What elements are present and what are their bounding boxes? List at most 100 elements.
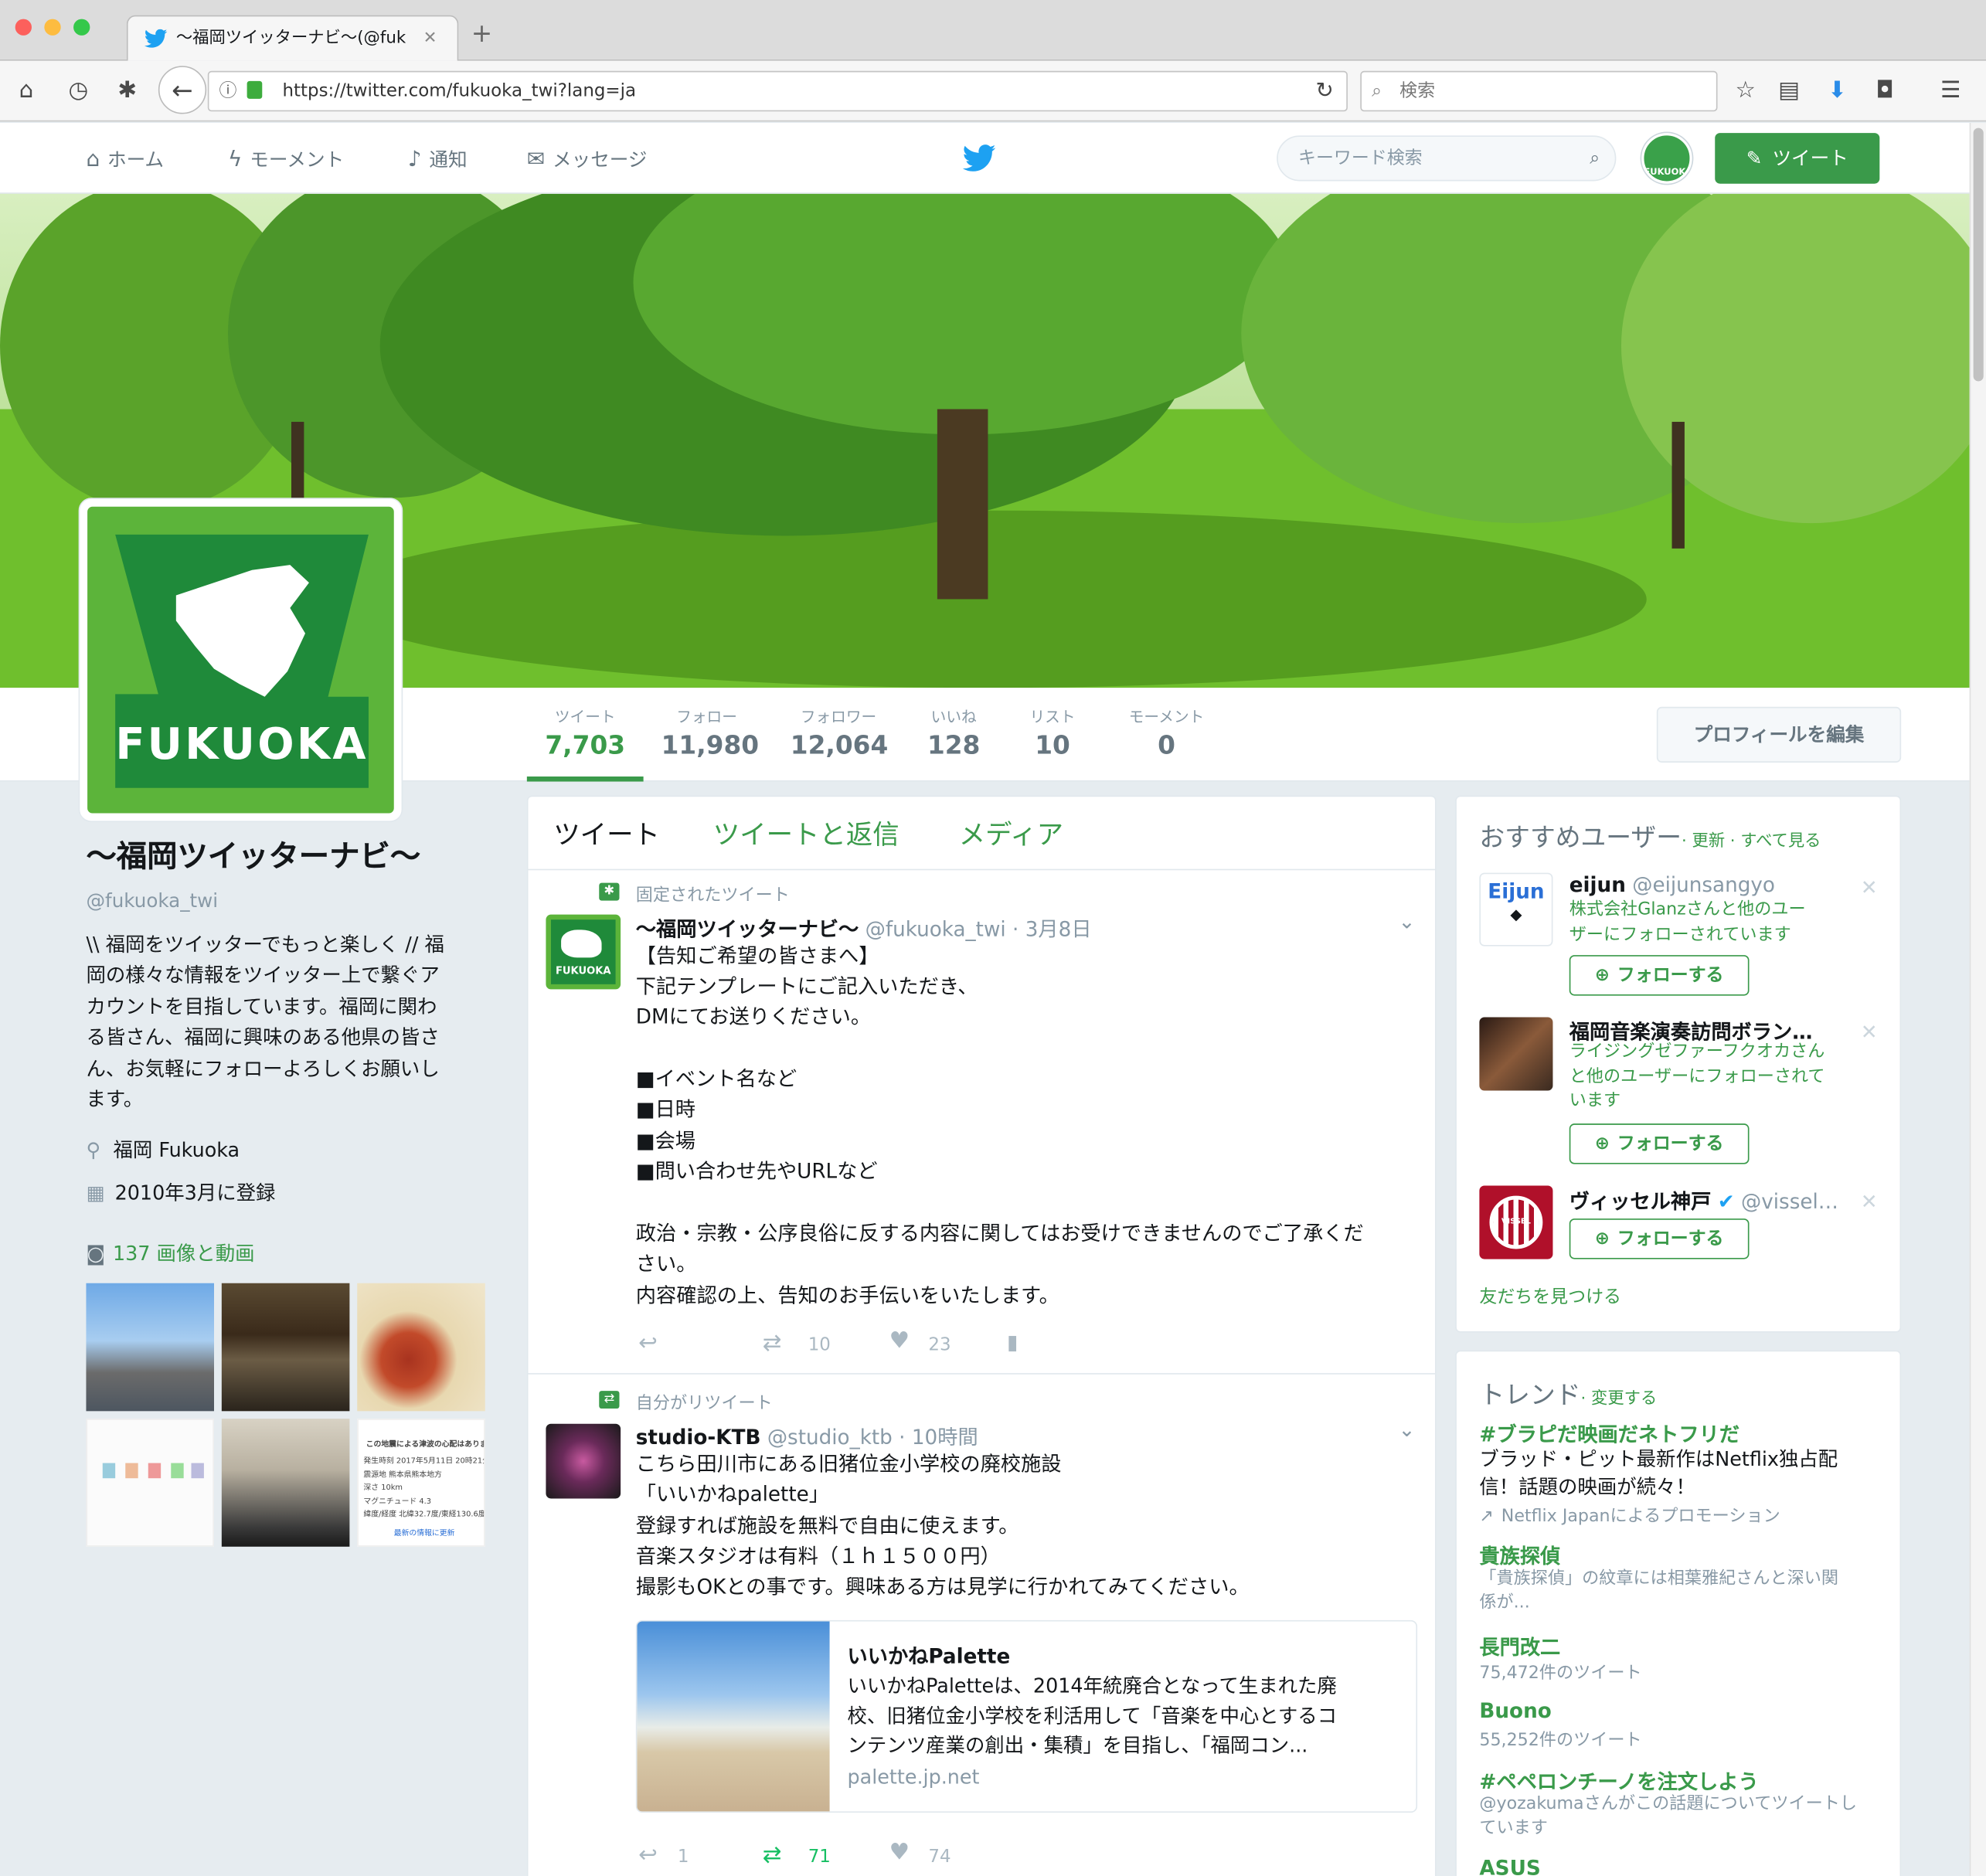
retweet-icon[interactable]: ⇄ — [763, 1842, 782, 1868]
back-button[interactable]: ← — [158, 66, 207, 114]
tab-tweets-and-replies[interactable]: ツイートと返信 — [713, 814, 899, 852]
follow-button[interactable]: ⊕ フォローする — [1569, 1218, 1750, 1259]
media-thumb[interactable]: この地震による津波の心配はありません。 発生時刻 2017年5月11日 20時2… — [357, 1419, 485, 1547]
trend-name[interactable]: ASUS — [1479, 1856, 1540, 1876]
page-scrollbar[interactable] — [1969, 123, 1986, 1876]
trend-name[interactable]: 貴族探偵 — [1479, 1539, 1560, 1569]
follow-button[interactable]: ⊕ フォローする — [1569, 1123, 1750, 1164]
analytics-icon[interactable]: ▮ — [1007, 1330, 1018, 1354]
minimize-window-button[interactable] — [44, 19, 61, 36]
nav-avatar[interactable]: FUKUOKA — [1641, 133, 1692, 184]
vissel-crest: VISSEL — [1489, 1195, 1543, 1249]
new-tab-icon[interactable]: + — [471, 20, 492, 46]
stat-lists[interactable]: リスト 10 — [1023, 705, 1081, 760]
trend-name[interactable]: 長門改二 — [1479, 1630, 1560, 1660]
trend-name[interactable]: Buono — [1479, 1698, 1551, 1722]
url-text: https://twitter.com/fukuoka_twi?lang=ja — [282, 80, 637, 102]
wtf-user-handle[interactable]: @vissel… — [1741, 1189, 1838, 1213]
stat-value: 128 — [927, 729, 981, 760]
wtf-avatar[interactable]: Eijun ◆ — [1479, 872, 1553, 946]
thumb-row: 緯度/経度 北緯32.7度/東経130.6度 — [363, 1510, 485, 1519]
tweet-author-name[interactable]: studio-KTB — [636, 1425, 761, 1449]
tab-tweets[interactable]: ツイート — [553, 814, 660, 852]
url-bar[interactable]: ⓘ https://twitter.com/fukuoka_twi?lang=j… — [207, 70, 1348, 112]
trends-change-link[interactable]: · 変更する — [1581, 1389, 1658, 1409]
keyword-search-input[interactable]: キーワード検索 ⌕ — [1277, 135, 1617, 182]
profile-name[interactable]: 〜福岡ツイッターナビ〜 — [86, 836, 488, 876]
stat-likes[interactable]: いいね 128 — [924, 705, 982, 760]
reading-list-icon[interactable]: ▤ — [1778, 78, 1800, 104]
nav-notifications[interactable]: ♪ 通知 — [408, 146, 468, 172]
context-line: います — [1569, 1090, 1621, 1111]
find-friends-link[interactable]: 友だちを見つける — [1479, 1283, 1621, 1309]
trend-name[interactable]: #ブラピだ映画だネトフリだ — [1479, 1418, 1739, 1448]
trend-name[interactable]: #ペペロンチーノを注文しよう — [1479, 1765, 1758, 1795]
media-thumb[interactable] — [86, 1283, 214, 1412]
close-window-button[interactable] — [15, 19, 32, 36]
dismiss-icon[interactable]: ✕ — [1861, 1189, 1878, 1213]
pocket-icon[interactable]: ◘ — [1875, 78, 1893, 104]
reload-icon[interactable]: ↻ — [1316, 72, 1334, 110]
wtf-user-name[interactable]: ヴィッセル神戸 — [1569, 1189, 1712, 1213]
tweet-timestamp[interactable]: · 3月8日 — [1012, 917, 1092, 941]
stat-tweets[interactable]: ツイート 7,703 — [526, 705, 644, 782]
dismiss-icon[interactable]: ✕ — [1861, 1020, 1878, 1044]
home-icon[interactable]: ⌂ — [19, 78, 34, 104]
tweet-timestamp[interactable]: · 10時間 — [899, 1425, 978, 1449]
wtf-view-all-link[interactable]: · すべて見る — [1730, 832, 1821, 851]
wtf-user-handle[interactable]: @eijunsangyo — [1632, 873, 1775, 897]
wtf-avatar[interactable]: VISSEL — [1479, 1185, 1553, 1259]
search-icon[interactable]: ⌕ — [1590, 137, 1600, 180]
stat-followers[interactable]: フォロワー 12,064 — [791, 705, 889, 760]
profile-handle[interactable]: @fukuoka_twi — [86, 889, 488, 913]
scrollbar-thumb[interactable] — [1973, 127, 1984, 382]
tweet-avatar[interactable] — [546, 1423, 621, 1499]
tweet-author-handle[interactable]: @fukuoka_twi — [865, 917, 1006, 941]
stat-moments[interactable]: モーメント 0 — [1120, 705, 1213, 760]
download-icon[interactable]: ⬇ — [1828, 78, 1847, 104]
wtf-refresh-link[interactable]: · 更新 — [1682, 832, 1725, 851]
media-thumb[interactable] — [86, 1419, 214, 1547]
retweet-icon[interactable]: ⇄ — [763, 1330, 782, 1356]
gear-icon[interactable]: ✱ — [117, 78, 137, 104]
tab-media[interactable]: メディア — [959, 814, 1063, 852]
profile-avatar[interactable]: FUKUOKA — [78, 498, 403, 822]
browser-search-field[interactable]: ⌕ 検索 — [1360, 70, 1718, 112]
info-icon[interactable]: ⓘ — [219, 72, 237, 110]
chevron-down-icon[interactable]: ⌄ — [1398, 1418, 1415, 1442]
follow-button[interactable]: ⊕ フォローする — [1569, 955, 1750, 996]
zoom-window-button[interactable] — [73, 19, 90, 36]
link-card[interactable]: いいかねPalette いいかねPaletteは、2014年統廃合となって生まれ… — [635, 1619, 1418, 1813]
heart-icon[interactable]: ♥ — [889, 1327, 910, 1354]
tweet-avatar[interactable]: FUKUOKA — [546, 914, 621, 990]
close-tab-icon[interactable]: ✕ — [423, 16, 437, 60]
chevron-down-icon[interactable]: ⌄ — [1398, 909, 1415, 933]
twitter-logo-icon[interactable] — [962, 144, 996, 172]
media-thumb[interactable] — [221, 1419, 350, 1547]
browser-tab[interactable]: 〜福岡ツイッターナビ〜(@fuk ✕ — [126, 15, 459, 61]
stat-following[interactable]: フォロー 11,980 — [661, 705, 760, 760]
tweet-author-handle[interactable]: @studio_ktb — [767, 1425, 893, 1449]
browser-search-placeholder: 検索 — [1399, 80, 1436, 102]
wtf-user-name[interactable]: eijun — [1569, 873, 1626, 897]
media-thumb[interactable] — [221, 1283, 350, 1412]
nav-home[interactable]: ⌂ ホーム — [86, 146, 164, 172]
edit-profile-button[interactable]: プロフィールを編集 — [1656, 706, 1902, 763]
menu-icon[interactable]: ☰ — [1940, 78, 1960, 104]
media-thumb[interactable] — [357, 1283, 485, 1412]
illustration-icon — [125, 1463, 138, 1479]
tweet-compose-button[interactable]: ✎ ツイート — [1715, 133, 1880, 184]
stat-value: 11,980 — [661, 729, 760, 760]
photos-videos-link[interactable]: ◙ 137 画像と動画 — [86, 1239, 488, 1267]
history-icon[interactable]: ◷ — [69, 78, 89, 104]
dismiss-icon[interactable]: ✕ — [1861, 875, 1878, 899]
nav-moments[interactable]: ϟ モーメント — [228, 146, 344, 172]
who-to-follow: おすすめユーザー· 更新 · すべて見る Eijun ◆ eijun @eijuns… — [1455, 795, 1902, 1333]
tweet-author-name[interactable]: 〜福岡ツイッターナビ〜 — [636, 917, 859, 941]
nav-messages[interactable]: ✉ メッセージ — [527, 146, 648, 172]
reply-icon[interactable]: ↩ — [638, 1842, 658, 1868]
wtf-avatar[interactable] — [1479, 1017, 1553, 1091]
reply-icon[interactable]: ↩ — [638, 1330, 658, 1356]
bookmark-star-icon[interactable]: ☆ — [1735, 78, 1755, 104]
heart-icon[interactable]: ♥ — [889, 1839, 910, 1865]
